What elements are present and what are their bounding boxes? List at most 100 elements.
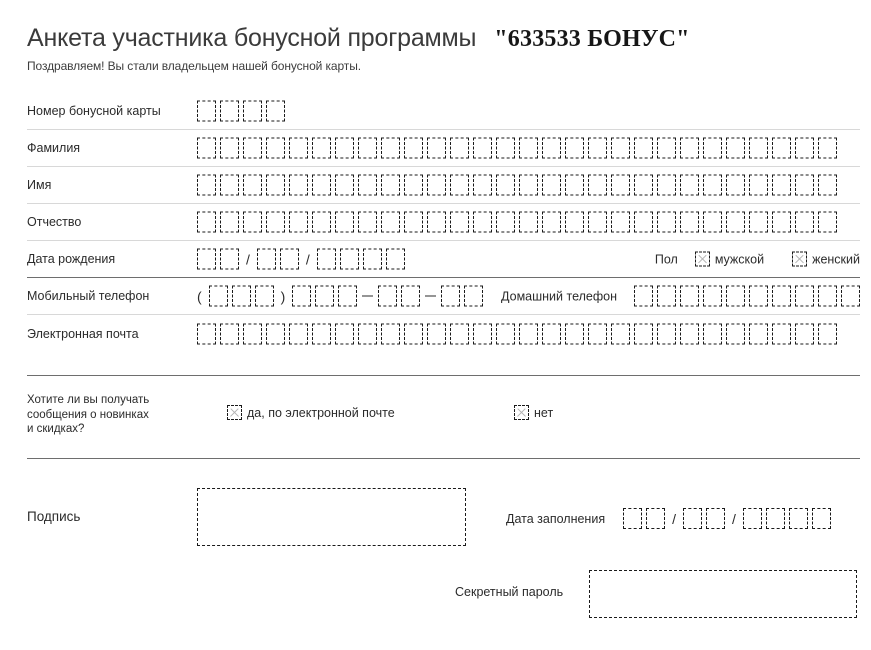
input-cell[interactable]: [427, 137, 446, 159]
input-cell[interactable]: [401, 285, 421, 307]
cells-first-name[interactable]: [197, 174, 837, 196]
input-cell[interactable]: [404, 137, 423, 159]
input-cell[interactable]: [289, 211, 308, 233]
input-cell[interactable]: [680, 211, 699, 233]
gender-option-female[interactable]: женский: [792, 251, 860, 267]
input-cell[interactable]: [749, 323, 768, 344]
input-cell[interactable]: [634, 137, 653, 159]
input-cell[interactable]: [220, 174, 239, 196]
newsletter-option-no[interactable]: нет: [514, 405, 553, 420]
input-cell[interactable]: [703, 211, 722, 233]
input-cell[interactable]: [680, 323, 699, 344]
input-cell[interactable]: [197, 248, 216, 270]
input-cell[interactable]: [312, 137, 331, 159]
input-cell[interactable]: [335, 137, 354, 159]
input-cell[interactable]: [657, 211, 676, 233]
input-cell[interactable]: [254, 285, 274, 307]
input-cell[interactable]: [705, 508, 725, 529]
input-cell[interactable]: [266, 100, 285, 122]
input-cell[interactable]: [818, 174, 837, 196]
input-cell[interactable]: [496, 323, 515, 344]
input-cell[interactable]: [289, 137, 308, 159]
checkbox-male-icon[interactable]: [694, 251, 710, 267]
cells-mobile-part2[interactable]: [378, 285, 421, 307]
input-cell[interactable]: [335, 174, 354, 196]
input-cell[interactable]: [634, 211, 653, 233]
input-cell[interactable]: [266, 137, 285, 159]
input-cell[interactable]: [726, 174, 745, 196]
input-cell[interactable]: [381, 137, 400, 159]
input-cell[interactable]: [611, 211, 630, 233]
input-cell[interactable]: [220, 100, 239, 122]
input-cell[interactable]: [749, 137, 768, 159]
input-cell[interactable]: [795, 285, 814, 307]
input-cell[interactable]: [772, 211, 791, 233]
input-cell[interactable]: [611, 137, 630, 159]
input-cell[interactable]: [703, 174, 722, 196]
input-cell[interactable]: [496, 211, 515, 233]
input-cell[interactable]: [772, 323, 791, 344]
cells-fill-month[interactable]: [682, 508, 725, 529]
field-last-name[interactable]: [197, 137, 837, 159]
input-cell[interactable]: [312, 174, 331, 196]
cells-mobile-part1[interactable]: [292, 285, 358, 307]
cells-birth-year[interactable]: [316, 248, 405, 270]
input-cell[interactable]: [256, 248, 276, 270]
input-cell[interactable]: [519, 323, 538, 344]
cells-home-phone[interactable]: [634, 285, 860, 307]
input-cell[interactable]: [473, 211, 492, 233]
input-cell[interactable]: [335, 211, 354, 233]
input-cell[interactable]: [818, 323, 837, 344]
cells-card-number[interactable]: [197, 100, 285, 122]
input-cell[interactable]: [588, 137, 607, 159]
input-cell[interactable]: [381, 211, 400, 233]
input-cell[interactable]: [623, 508, 643, 529]
input-cell[interactable]: [634, 323, 653, 344]
input-cell[interactable]: [742, 508, 762, 529]
input-cell[interactable]: [703, 323, 722, 344]
input-cell[interactable]: [427, 211, 446, 233]
input-cell[interactable]: [197, 174, 216, 196]
cells-fill-day[interactable]: [623, 508, 666, 529]
input-cell[interactable]: [220, 137, 239, 159]
input-cell[interactable]: [765, 508, 785, 529]
input-cell[interactable]: [312, 323, 331, 344]
checkbox-female-icon[interactable]: [792, 251, 808, 267]
input-cell[interactable]: [588, 174, 607, 196]
input-cell[interactable]: [772, 285, 791, 307]
input-cell[interactable]: [680, 174, 699, 196]
input-cell[interactable]: [657, 137, 676, 159]
input-cell[interactable]: [565, 174, 584, 196]
input-cell[interactable]: [818, 285, 837, 307]
input-cell[interactable]: [542, 137, 561, 159]
field-mobile-phone[interactable]: ( ): [197, 285, 484, 307]
input-cell[interactable]: [657, 323, 676, 344]
input-cell[interactable]: [680, 285, 699, 307]
input-cell[interactable]: [726, 137, 745, 159]
input-cell[interactable]: [378, 285, 398, 307]
input-cell[interactable]: [841, 285, 860, 307]
input-cell[interactable]: [726, 323, 745, 344]
input-cell[interactable]: [404, 174, 423, 196]
input-cell[interactable]: [749, 285, 768, 307]
input-cell[interactable]: [519, 137, 538, 159]
input-cell[interactable]: [788, 508, 808, 529]
field-birth-date[interactable]: / /: [197, 248, 405, 270]
input-cell[interactable]: [312, 211, 331, 233]
input-cell[interactable]: [749, 174, 768, 196]
input-cell[interactable]: [279, 248, 299, 270]
input-cell[interactable]: [450, 174, 469, 196]
input-cell[interactable]: [266, 174, 285, 196]
input-cell[interactable]: [657, 174, 676, 196]
secret-password-box[interactable]: [589, 570, 857, 618]
cells-mobile-area[interactable]: [208, 285, 274, 307]
input-cell[interactable]: [588, 323, 607, 344]
input-cell[interactable]: [450, 137, 469, 159]
input-cell[interactable]: [795, 174, 814, 196]
field-fill-date[interactable]: Дата заполнения / /: [506, 508, 831, 529]
input-cell[interactable]: [634, 174, 653, 196]
input-cell[interactable]: [772, 137, 791, 159]
field-card-number[interactable]: [197, 100, 285, 122]
input-cell[interactable]: [358, 323, 377, 344]
input-cell[interactable]: [243, 323, 262, 344]
